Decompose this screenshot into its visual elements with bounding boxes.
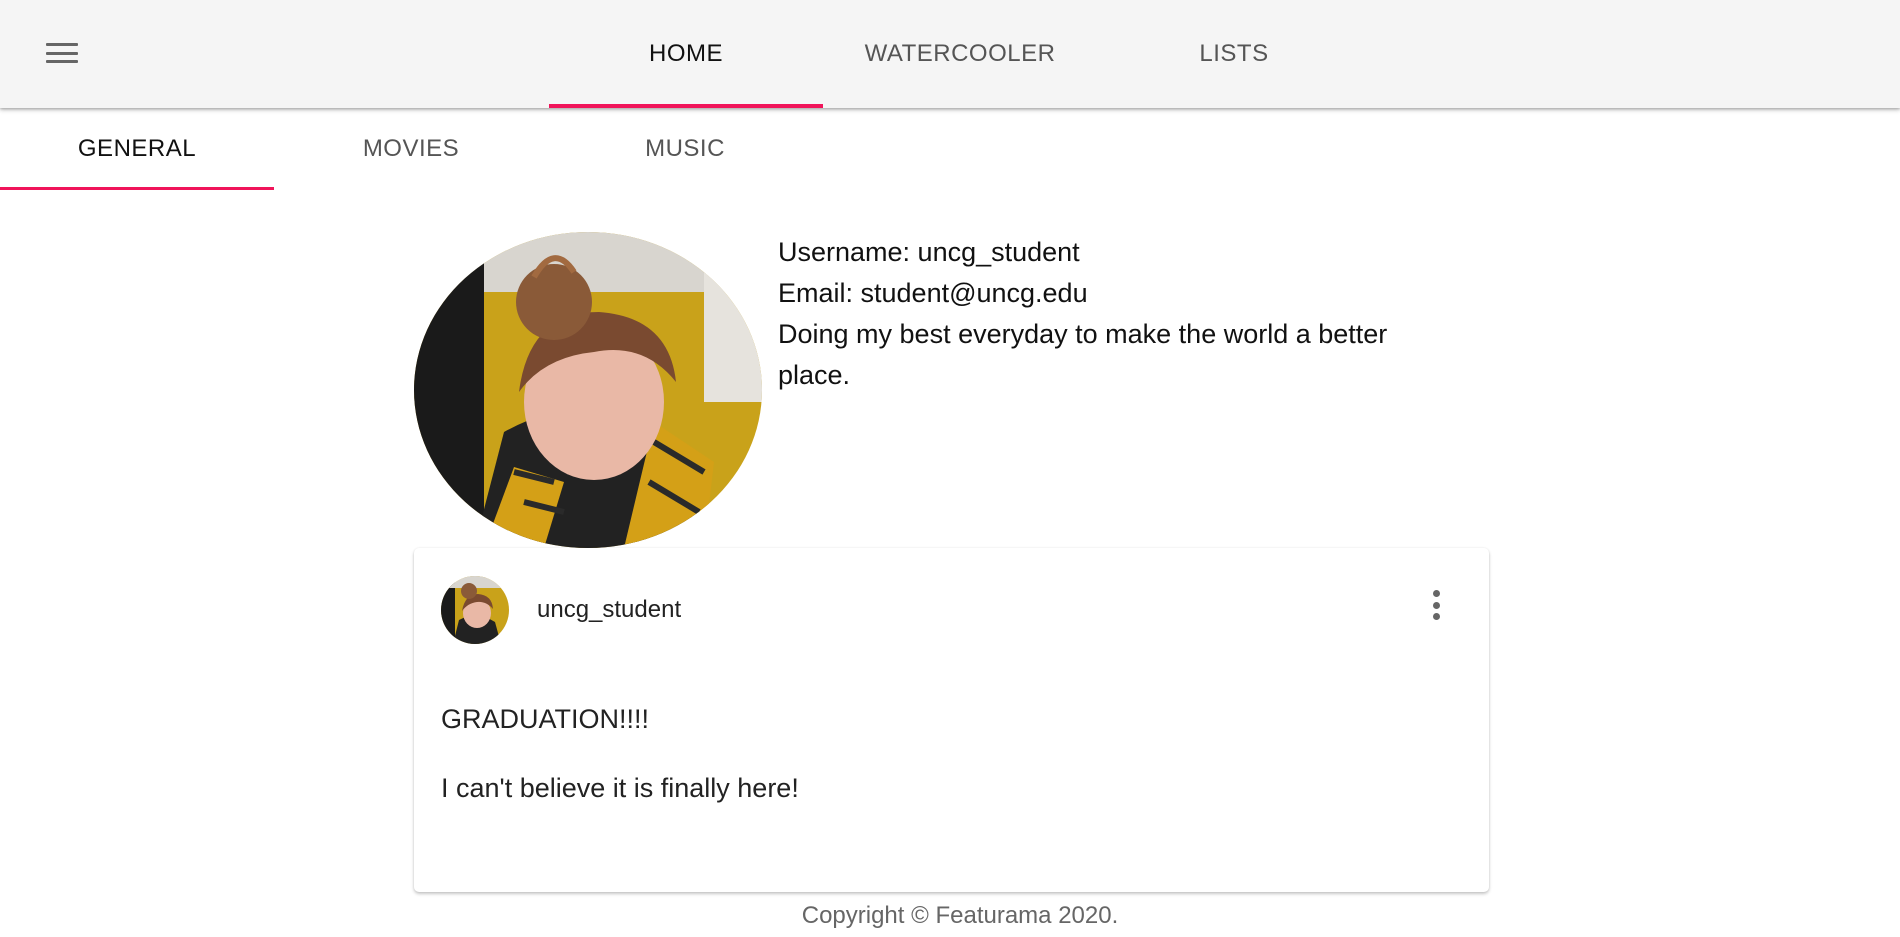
post-author-name[interactable]: uncg_student	[537, 596, 681, 624]
profile-info: Username: uncg_student Email: student@un…	[778, 232, 1458, 396]
post-body: I can't believe it is finally here!	[441, 773, 799, 803]
main-tabs: HOME WATERCOOLER LISTS	[549, 0, 1371, 108]
sub-tabs: GENERAL MOVIES MUSIC	[0, 108, 822, 190]
footer-copyright: Copyright © Featurama 2020.	[801, 902, 1119, 929]
profile-avatar	[414, 232, 762, 548]
profile-username: Username: uncg_student	[778, 237, 1080, 267]
subtab-music[interactable]: MUSIC	[548, 108, 822, 190]
more-vertical-icon[interactable]	[1426, 588, 1446, 622]
tab-home[interactable]: HOME	[549, 0, 823, 108]
post-title: GRADUATION!!!!	[441, 704, 650, 734]
subtab-movies[interactable]: MOVIES	[274, 108, 548, 190]
hamburger-menu-icon[interactable]	[40, 38, 84, 68]
post-author-avatar[interactable]	[441, 576, 509, 644]
subtab-general[interactable]: GENERAL	[0, 108, 274, 190]
profile-bio: Doing my best everyday to make the world…	[778, 319, 1388, 390]
profile-email: Email: student@uncg.edu	[778, 278, 1088, 308]
post-card: uncg_student GRADUATION!!!! I can't beli…	[414, 548, 1489, 892]
tab-watercooler[interactable]: WATERCOOLER	[823, 0, 1097, 108]
tab-lists[interactable]: LISTS	[1097, 0, 1371, 108]
top-app-bar: HOME WATERCOOLER LISTS	[0, 0, 1900, 108]
